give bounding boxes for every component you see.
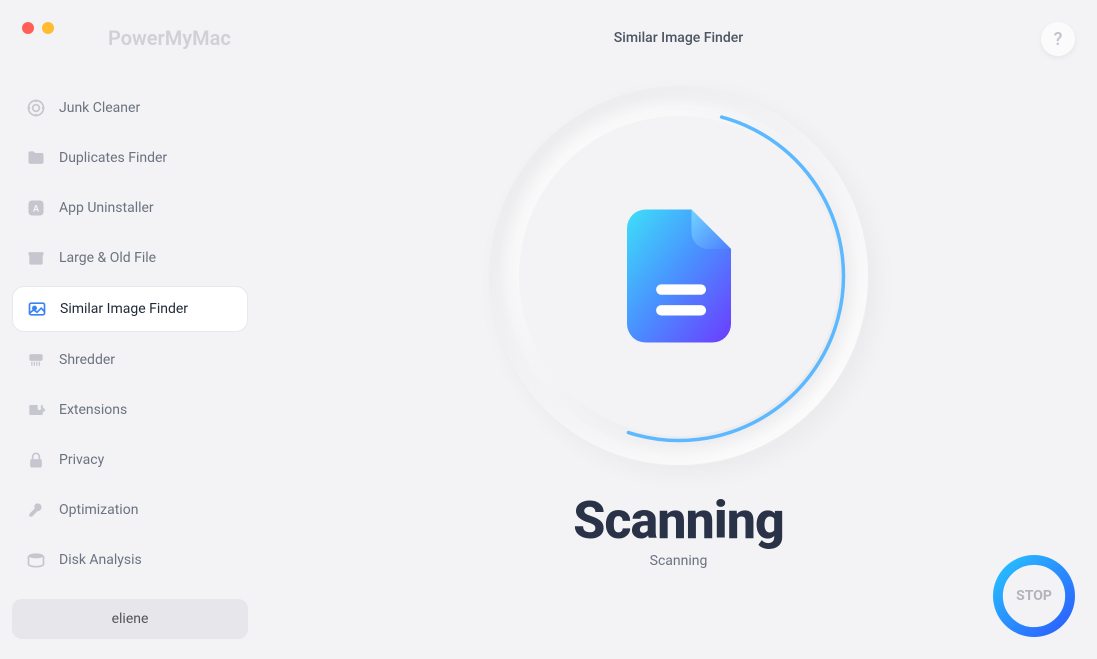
user-name: eliene: [112, 611, 149, 627]
sidebar-item-shredder[interactable]: Shredder: [12, 338, 248, 382]
sidebar-item-label: App Uninstaller: [59, 200, 154, 216]
image-icon: [27, 299, 47, 319]
sidebar-item-extensions[interactable]: Extensions: [12, 388, 248, 432]
scan-status-subtitle: Scanning: [650, 553, 708, 569]
help-icon: ?: [1054, 29, 1063, 50]
sidebar-items: Junk Cleaner Duplicates Finder A App Uni…: [12, 86, 248, 582]
app-icon: A: [26, 198, 46, 218]
folder-icon: [26, 148, 46, 168]
sidebar-item-label: Junk Cleaner: [59, 100, 140, 116]
tools-icon: [26, 500, 46, 520]
sidebar-item-large-old-file[interactable]: Large & Old File: [12, 236, 248, 280]
help-button[interactable]: ?: [1041, 22, 1075, 56]
svg-text:A: A: [33, 204, 40, 214]
stop-label: STOP: [993, 555, 1075, 637]
disk-icon: [26, 550, 46, 570]
puzzle-icon: [26, 400, 46, 420]
sidebar-item-duplicates-finder[interactable]: Duplicates Finder: [12, 136, 248, 180]
app-title: PowerMyMac: [108, 26, 231, 50]
user-pill[interactable]: eliene: [12, 599, 248, 639]
stop-button[interactable]: STOP: [993, 555, 1075, 637]
sidebar-item-label: Optimization: [59, 502, 138, 518]
sidebar-item-junk-cleaner[interactable]: Junk Cleaner: [12, 86, 248, 130]
sidebar-item-similar-image-finder[interactable]: Similar Image Finder: [12, 286, 248, 332]
scan-status-title: Scanning: [573, 490, 784, 551]
sidebar-item-label: Similar Image Finder: [60, 301, 188, 317]
sidebar-item-label: Large & Old File: [59, 250, 156, 266]
main-panel: Similar Image Finder ?: [260, 0, 1097, 659]
box-icon: [26, 248, 46, 268]
sidebar-item-label: Duplicates Finder: [59, 150, 167, 166]
sidebar-item-optimization[interactable]: Optimization: [12, 488, 248, 532]
shredder-icon: [26, 350, 46, 370]
page-title: Similar Image Finder: [614, 30, 743, 46]
lock-icon: [26, 450, 46, 470]
sidebar-item-label: Shredder: [59, 352, 115, 368]
sidebar-item-label: Privacy: [59, 452, 104, 468]
document-icon: [627, 209, 731, 343]
sidebar-item-app-uninstaller[interactable]: A App Uninstaller: [12, 186, 248, 230]
sidebar-item-privacy[interactable]: Privacy: [12, 438, 248, 482]
target-icon: [26, 98, 46, 118]
close-window-dot[interactable]: [22, 22, 34, 34]
sidebar-item-label: Disk Analysis: [59, 552, 142, 568]
sidebar-item-label: Extensions: [59, 402, 127, 418]
minimize-window-dot[interactable]: [42, 22, 54, 34]
sidebar-item-disk-analysis[interactable]: Disk Analysis: [12, 538, 248, 582]
sidebar: PowerMyMac Junk Cleaner Duplicates Finde…: [0, 0, 260, 659]
scan-progress-circle: [489, 86, 869, 466]
